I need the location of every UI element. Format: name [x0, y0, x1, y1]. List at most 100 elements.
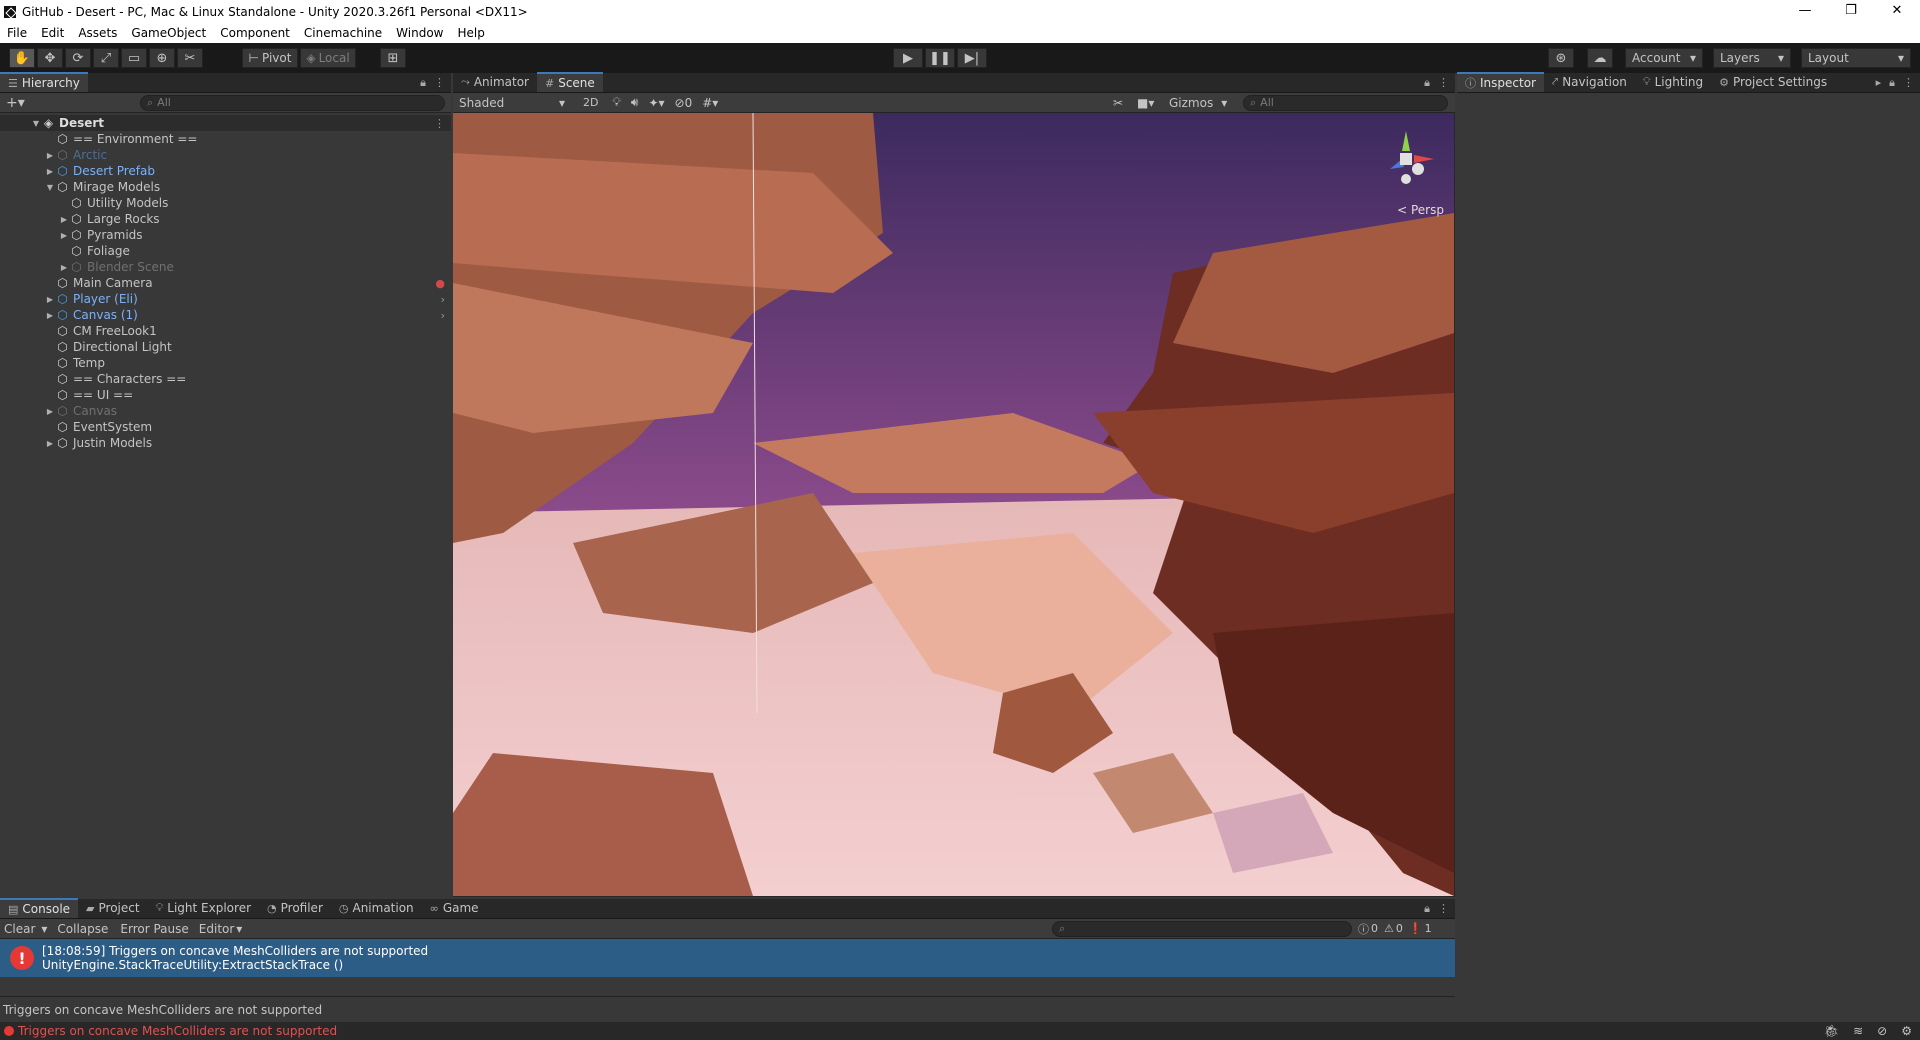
- tab-scene[interactable]: # Scene: [536, 72, 603, 92]
- bug-icon[interactable]: 🐞︎: [1824, 1024, 1839, 1038]
- menu-edit[interactable]: Edit: [34, 26, 71, 40]
- tab-project-settings[interactable]: ⚙ Project Settings: [1711, 72, 1835, 92]
- effects-toggle-icon[interactable]: ✦▾: [648, 96, 664, 110]
- lock-icon[interactable]: 🔒︎: [1424, 76, 1430, 90]
- console-search-input[interactable]: ⌕: [1052, 920, 1352, 937]
- layers-icon[interactable]: ≋: [1853, 1024, 1863, 1038]
- account-dropdown[interactable]: Account ▾: [1625, 48, 1703, 68]
- hierarchy-item[interactable]: ▶ ⬡ Player (Eli) ›: [0, 291, 451, 307]
- hierarchy-item[interactable]: ⬡ CM FreeLook1: [0, 323, 451, 339]
- scene-viewport[interactable]: < Persp: [453, 113, 1454, 896]
- shading-dropdown[interactable]: Shaded ▾: [453, 96, 571, 110]
- grid-toggle-icon[interactable]: #▾: [702, 96, 718, 110]
- cloud-icon[interactable]: ☁: [1587, 48, 1613, 68]
- debug-mode-icon[interactable]: ⚙: [1901, 1024, 1912, 1038]
- hierarchy-item[interactable]: ⬡ == UI ==: [0, 387, 451, 403]
- menu-gameobject[interactable]: GameObject: [124, 26, 213, 40]
- hierarchy-item[interactable]: ⬡ Foliage: [0, 243, 451, 259]
- close-button[interactable]: ✕: [1874, 0, 1920, 23]
- clear-dropdown[interactable]: Clear ▾: [0, 922, 51, 936]
- kebab-menu-icon[interactable]: ⋮: [1438, 76, 1449, 90]
- rect-tool-icon[interactable]: ▭: [121, 48, 147, 68]
- lock-icon[interactable]: 🔒︎: [420, 76, 426, 90]
- add-button[interactable]: +▾: [6, 95, 25, 111]
- snap-grid-icon[interactable]: ⊞: [380, 48, 406, 68]
- scene-row[interactable]: ▼ ◈ Desert ⋮: [0, 115, 451, 131]
- tools-icon[interactable]: ✂: [1113, 96, 1123, 110]
- transform-tool-icon[interactable]: ⊕: [149, 48, 175, 68]
- menu-help[interactable]: Help: [451, 26, 492, 40]
- chevron-right-icon[interactable]: ›: [441, 309, 445, 322]
- warning-count-toggle[interactable]: ⚠ 0: [1384, 921, 1403, 937]
- step-button[interactable]: ▶|: [957, 48, 987, 68]
- custom-tool-icon[interactable]: ✂: [177, 48, 203, 68]
- chevron-right-icon[interactable]: ▶: [44, 295, 56, 304]
- editor-dropdown[interactable]: Editor ▾: [195, 922, 247, 936]
- hierarchy-item[interactable]: ▶ ⬡ Canvas (1) ›: [0, 307, 451, 323]
- tab-profiler[interactable]: ◔ Profiler: [259, 898, 331, 918]
- hierarchy-search-input[interactable]: ⌕ All: [140, 94, 445, 111]
- hidden-objects-icon[interactable]: ⊘: [675, 96, 685, 110]
- menu-assets[interactable]: Assets: [71, 26, 124, 40]
- tab-console[interactable]: ▤ Console: [0, 898, 79, 918]
- chevron-right-icon[interactable]: ▶: [44, 311, 56, 320]
- lighting-toggle-icon[interactable]: 💡︎: [612, 95, 620, 110]
- move-tool-icon[interactable]: ✥: [37, 48, 63, 68]
- hierarchy-item[interactable]: ⬡ EventSystem: [0, 419, 451, 435]
- menu-file[interactable]: File: [0, 26, 34, 40]
- hierarchy-item[interactable]: ▶ ⬡ Canvas: [0, 403, 451, 419]
- camera-icon[interactable]: ■▾: [1137, 96, 1154, 110]
- tab-game[interactable]: ∞ Game: [422, 898, 487, 918]
- lock-icon[interactable]: 🔒︎: [1424, 902, 1430, 916]
- hierarchy-item[interactable]: ⬡ == Characters ==: [0, 371, 451, 387]
- chevron-right-icon[interactable]: ▶: [58, 263, 70, 272]
- hierarchy-item[interactable]: ▶ ⬡ Blender Scene: [0, 259, 451, 275]
- kebab-menu-icon[interactable]: ⋮: [1903, 76, 1914, 90]
- hand-tool-icon[interactable]: ✋: [9, 48, 35, 68]
- scene-search-input[interactable]: ⌕ All: [1243, 94, 1448, 111]
- menu-component[interactable]: Component: [213, 26, 297, 40]
- audio-toggle-icon[interactable]: 🔊︎: [631, 95, 639, 110]
- hierarchy-item[interactable]: ⬡ == Environment ==: [0, 131, 451, 147]
- hierarchy-item[interactable]: ▶ ⬡ Large Rocks: [0, 211, 451, 227]
- restore-button[interactable]: ❐: [1828, 0, 1874, 23]
- console-log-entry[interactable]: ! [18:08:59] Triggers on concave MeshCol…: [0, 939, 1455, 977]
- chevron-right-icon[interactable]: ▶: [44, 167, 56, 176]
- collapse-toggle[interactable]: Collapse: [51, 922, 114, 936]
- chevron-right-icon[interactable]: ▶: [44, 439, 56, 448]
- tab-light-explorer[interactable]: 💡︎ Light Explorer: [148, 898, 259, 918]
- tab-project[interactable]: ▰ Project: [78, 898, 148, 918]
- pivot-toggle[interactable]: ⊢ Pivot: [242, 48, 298, 68]
- chevron-right-icon[interactable]: ▶: [44, 151, 56, 160]
- menu-window[interactable]: Window: [389, 26, 450, 40]
- 2d-toggle[interactable]: 2D: [583, 96, 598, 109]
- hierarchy-item[interactable]: ▶ ⬡ Justin Models: [0, 435, 451, 451]
- chevron-right-icon[interactable]: ▶: [44, 407, 56, 416]
- gizmos-dropdown[interactable]: Gizmos ▾: [1169, 96, 1227, 110]
- hierarchy-item[interactable]: ⬡ Main Camera ●: [0, 275, 451, 291]
- play-button[interactable]: ▶: [893, 48, 923, 68]
- error-pause-toggle[interactable]: Error Pause: [114, 922, 194, 936]
- hierarchy-item[interactable]: ⬡ Temp: [0, 355, 451, 371]
- chevron-right-icon[interactable]: ›: [441, 293, 445, 306]
- hierarchy-item[interactable]: ▶ ⬡ Arctic: [0, 147, 451, 163]
- hierarchy-item[interactable]: ▶ ⬡ Desert Prefab: [0, 163, 451, 179]
- chevron-right-icon[interactable]: ▶: [58, 215, 70, 224]
- scene-orientation-gizmo[interactable]: [1376, 129, 1436, 189]
- status-message[interactable]: Triggers on concave MeshColliders are no…: [18, 1024, 337, 1038]
- tab-inspector[interactable]: ⓘ Inspector: [1457, 72, 1544, 92]
- more-tabs-icon[interactable]: ▸: [1876, 76, 1882, 90]
- hierarchy-item[interactable]: ⬡ Directional Light: [0, 339, 451, 355]
- tab-animator[interactable]: ⤳ Animator: [453, 72, 537, 92]
- pause-button[interactable]: ❚❚: [925, 48, 955, 68]
- hierarchy-item[interactable]: ▼ ⬡ Mirage Models: [0, 179, 451, 195]
- tab-navigation[interactable]: ⤤ Navigation: [1544, 72, 1635, 92]
- chevron-right-icon[interactable]: ▶: [58, 231, 70, 240]
- rotate-tool-icon[interactable]: ⟳: [65, 48, 91, 68]
- kebab-menu-icon[interactable]: ⋮: [434, 76, 445, 90]
- minimize-button[interactable]: —: [1782, 0, 1828, 23]
- collab-icon[interactable]: ⊛: [1548, 48, 1574, 68]
- local-toggle[interactable]: ◈ Local: [300, 48, 356, 68]
- hierarchy-item[interactable]: ▶ ⬡ Pyramids: [0, 227, 451, 243]
- perspective-label[interactable]: < Persp: [1397, 203, 1444, 217]
